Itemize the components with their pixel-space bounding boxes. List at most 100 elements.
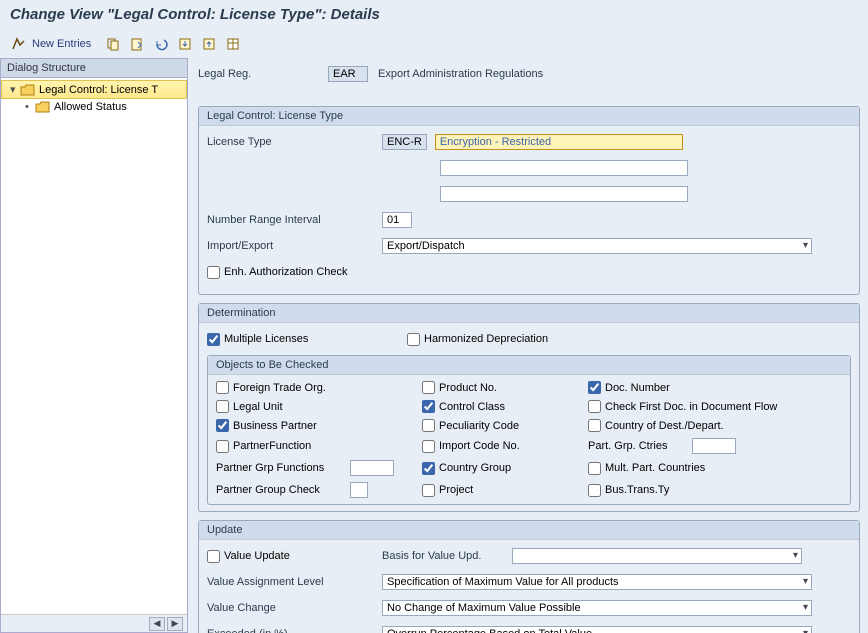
tree-scrollbar: ◀ ▶ [1, 614, 187, 632]
country-dest-check[interactable]: Country of Dest./Depart. [588, 419, 842, 432]
business-partner-check[interactable]: Business Partner [216, 419, 416, 432]
license-type-desc-input[interactable]: Encryption - Restricted [435, 134, 683, 150]
bus-trans-ty-check[interactable]: Bus.Trans.Ty [588, 482, 842, 498]
group-title: Objects to Be Checked [208, 356, 850, 375]
chk-label: Check First Doc. in Document Flow [605, 401, 777, 413]
new-entries-button[interactable]: New Entries [32, 38, 91, 50]
license-type-extra1-input[interactable] [440, 160, 688, 176]
legal-unit-check[interactable]: Legal Unit [216, 400, 416, 413]
doc-arrow-icon[interactable] [127, 34, 147, 54]
chk-label: Project [439, 484, 473, 496]
chk-label: Business Partner [233, 420, 317, 432]
legal-reg-desc: Export Administration Regulations [378, 68, 543, 80]
group-title: Legal Control: License Type [199, 107, 859, 126]
mult-part-countries-check[interactable]: Mult. Part. Countries [588, 460, 842, 476]
partner-group-check-input[interactable] [350, 482, 368, 498]
undo-icon[interactable] [151, 34, 171, 54]
peculiarity-code-check[interactable]: Peculiarity Code [422, 419, 582, 432]
chk-label: Mult. Part. Countries [605, 462, 705, 474]
part-grp-ctries-input[interactable] [692, 438, 736, 454]
chk-label: Bus.Trans.Ty [605, 484, 669, 496]
chk-label: Control Class [439, 401, 505, 413]
chk-label: PartnerFunction [233, 440, 311, 452]
value-assignment-select[interactable]: Specification of Maximum Value for All p… [382, 574, 812, 590]
value-update-check[interactable]: Value Update [207, 550, 382, 563]
partner-function-check[interactable]: PartnerFunction [216, 438, 416, 454]
chk-label: Import Code No. [439, 440, 520, 452]
project-check[interactable]: Project [422, 482, 582, 498]
chk-label: Legal Unit [233, 401, 283, 413]
tree-node-allowed-status[interactable]: • Allowed Status [1, 99, 187, 115]
tree-node-license-type[interactable]: ▾ Legal Control: License T [1, 80, 187, 99]
value-assignment-label: Value Assignment Level [207, 576, 382, 588]
product-no-check[interactable]: Product No. [422, 381, 582, 394]
chk-label: Peculiarity Code [439, 420, 519, 432]
scroll-left-icon[interactable]: ◀ [149, 617, 165, 631]
tree-node-label: Allowed Status [54, 101, 127, 113]
license-type-label: License Type [207, 136, 382, 148]
import-export-select[interactable]: Export/Dispatch [382, 238, 812, 254]
value-change-label: Value Change [207, 602, 382, 614]
main: Dialog Structure ▾ Legal Control: Licens… [0, 58, 868, 633]
exceeded-label: Exceeded (in %) [207, 628, 382, 633]
chk-label: Value Update [224, 550, 290, 562]
field-label: Part. Grp. Ctries [588, 440, 688, 452]
multiple-licenses-check[interactable]: Multiple Licenses [207, 333, 407, 346]
country-group-check[interactable]: Country Group [422, 460, 582, 476]
basis-select[interactable] [512, 548, 802, 564]
group-update: Update Value Update Basis for Value Upd.… [198, 520, 860, 633]
nri-value[interactable]: 01 [382, 212, 412, 228]
partner-grp-func-input[interactable] [350, 460, 394, 476]
group-title: Update [199, 521, 859, 540]
legal-reg-label: Legal Reg. [198, 68, 318, 80]
partner-grp-func-field: Partner Grp Functions [216, 460, 416, 476]
chk-label: Country of Dest./Depart. [605, 420, 724, 432]
import-export-label: Import/Export [207, 240, 382, 252]
exceeded-select[interactable]: Overrun Percentage Based on Total Value [382, 626, 812, 633]
group-title: Determination [199, 304, 859, 323]
page-title: Change View "Legal Control: License Type… [0, 0, 868, 30]
fto-check[interactable]: Foreign Trade Org. [216, 381, 416, 394]
content-pane: Legal Reg. EAR Export Administration Reg… [188, 58, 868, 633]
license-type-code: ENC-R [382, 134, 427, 150]
control-class-check[interactable]: Control Class [422, 400, 582, 413]
tree-node-label: Legal Control: License T [39, 84, 158, 96]
license-type-extra2-input[interactable] [440, 186, 688, 202]
doc-number-check[interactable]: Doc. Number [588, 381, 842, 394]
tree: ▾ Legal Control: License T • Allowed Sta… [1, 78, 187, 614]
legal-reg-row: Legal Reg. EAR Export Administration Reg… [198, 64, 860, 84]
field-label: Partner Group Check [216, 484, 346, 496]
chk-label: Country Group [439, 462, 511, 474]
basis-label: Basis for Value Upd. [382, 550, 512, 562]
save-down-icon[interactable] [175, 34, 195, 54]
folder-open-icon [20, 84, 35, 96]
chk-label: Doc. Number [605, 382, 670, 394]
folder-icon [35, 101, 50, 113]
nri-label: Number Range Interval [207, 214, 382, 226]
part-grp-ctries-field: Part. Grp. Ctries [588, 438, 842, 454]
toolbar: New Entries [0, 30, 868, 58]
objects-to-check-group: Objects to Be Checked Foreign Trade Org.… [207, 355, 851, 505]
expand-icon[interactable]: ▾ [10, 83, 20, 96]
harmonized-dep-check[interactable]: Harmonized Depreciation [407, 333, 548, 346]
chk-label: Harmonized Depreciation [424, 333, 548, 345]
partner-group-check-field: Partner Group Check [216, 482, 416, 498]
group-license-type: Legal Control: License Type License Type… [198, 106, 860, 295]
import-code-no-check[interactable]: Import Code No. [422, 438, 582, 454]
dialog-structure-header: Dialog Structure [1, 59, 187, 78]
chk-label: Product No. [439, 382, 497, 394]
enh-auth-label: Enh. Authorization Check [224, 266, 348, 278]
legal-reg-code: EAR [328, 66, 368, 82]
enh-auth-check[interactable]: Enh. Authorization Check [207, 266, 348, 279]
save-up-icon[interactable] [199, 34, 219, 54]
toggle-icon[interactable] [8, 34, 28, 54]
value-change-select[interactable]: No Change of Maximum Value Possible [382, 600, 812, 616]
dialog-structure-pane: Dialog Structure ▾ Legal Control: Licens… [0, 58, 188, 633]
copy-icon[interactable] [103, 34, 123, 54]
scroll-right-icon[interactable]: ▶ [167, 617, 183, 631]
check-first-doc-check[interactable]: Check First Doc. in Document Flow [588, 400, 842, 413]
bullet-icon: • [25, 101, 35, 113]
table-icon[interactable] [223, 34, 243, 54]
field-label: Partner Grp Functions [216, 462, 346, 474]
chk-label: Multiple Licenses [224, 333, 308, 345]
